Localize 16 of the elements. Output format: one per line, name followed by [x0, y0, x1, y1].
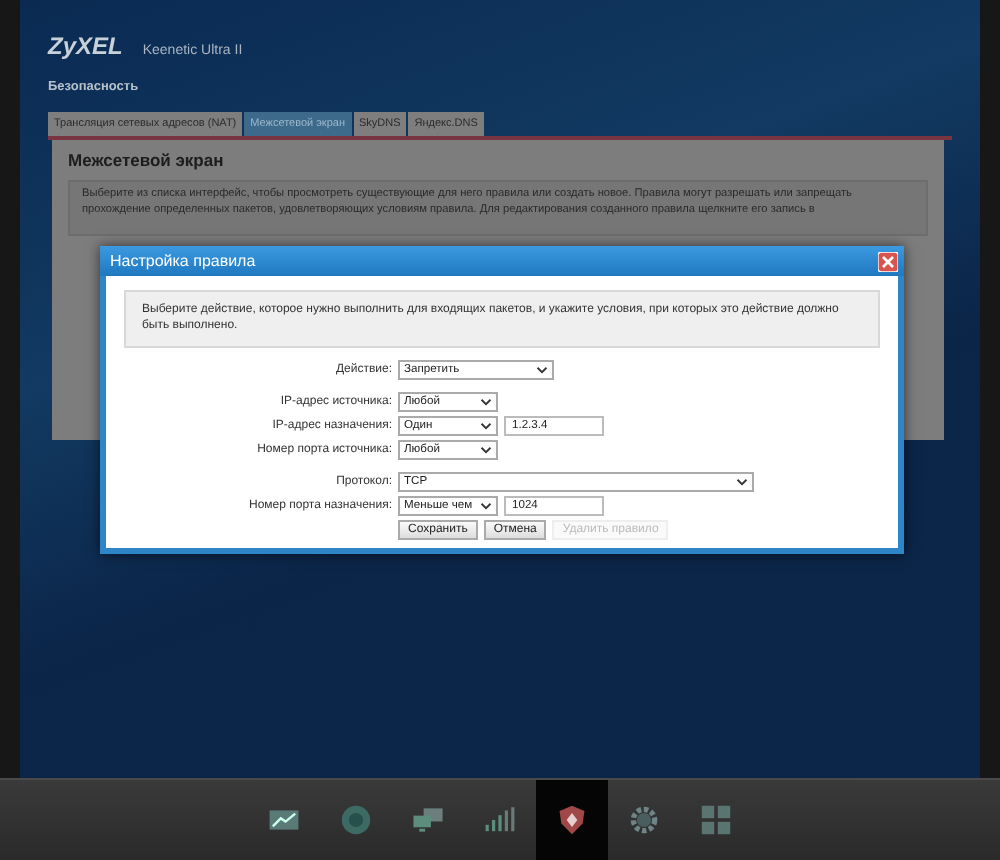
caret-icon [736, 477, 748, 486]
signal-icon[interactable] [484, 804, 516, 837]
caret-icon [536, 365, 548, 374]
close-icon[interactable] [878, 251, 898, 271]
caret-icon [480, 501, 492, 510]
globe-icon[interactable] [340, 804, 372, 837]
panel-title: Межсетевой экран [68, 150, 226, 170]
caret-icon [480, 397, 492, 406]
caret-icon [480, 421, 492, 430]
computers-icon[interactable] [412, 804, 444, 837]
caret-icon [480, 445, 492, 454]
gear-icon[interactable] [628, 804, 660, 837]
shield-icon[interactable] [556, 804, 588, 837]
apps-icon[interactable] [700, 804, 732, 837]
brand-logo: ZyXEL [48, 32, 123, 60]
dialog-title: Настройка правила [110, 252, 256, 270]
